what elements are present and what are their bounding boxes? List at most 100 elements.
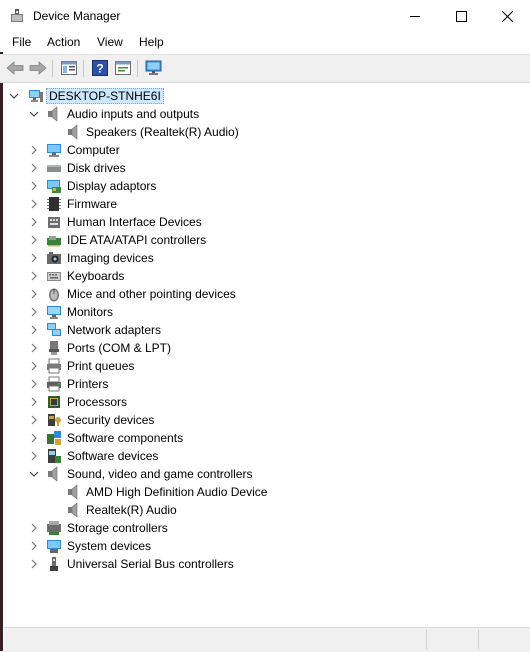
chevron-down-icon[interactable]	[28, 108, 40, 120]
show-hide-console-tree-button[interactable]	[59, 59, 79, 77]
tree-device-item[interactable]: Realtek(R) Audio	[4, 501, 524, 519]
chevron-down-icon[interactable]	[8, 90, 20, 102]
tree-category-item[interactable]: Keyboards	[4, 267, 524, 285]
title-bar[interactable]: Device Manager	[0, 0, 530, 32]
tree-category-label: Print queues	[67, 359, 135, 373]
svg-text:?: ?	[96, 62, 103, 76]
speaker-icon	[48, 106, 58, 122]
chevron-right-icon[interactable]	[28, 162, 40, 174]
menu-view[interactable]: View	[97, 35, 123, 49]
back-button[interactable]	[5, 59, 25, 77]
tree-category-item[interactable]: Human Interface Devices	[4, 213, 524, 231]
chevron-right-icon[interactable]	[28, 360, 40, 372]
chevron-right-icon[interactable]	[28, 414, 40, 426]
tree-category-item[interactable]: Monitors	[4, 303, 524, 321]
minimize-button[interactable]	[392, 0, 438, 32]
menu-help[interactable]: Help	[139, 35, 164, 49]
tree-category-label: Storage controllers	[67, 521, 168, 535]
toolbar-separator	[52, 60, 53, 77]
tree-category-item[interactable]: Processors	[4, 393, 524, 411]
menu-action[interactable]: Action	[47, 35, 80, 49]
forward-button[interactable]	[28, 59, 48, 77]
tree-category-item[interactable]: Ports (COM & LPT)	[4, 339, 524, 357]
tree-category-label: Printers	[67, 377, 109, 391]
chevron-right-icon[interactable]	[28, 144, 40, 156]
tree-category-item[interactable]: Security devices	[4, 411, 524, 429]
close-button[interactable]	[484, 0, 530, 32]
tree-device-item[interactable]: Speakers (Realtek(R) Audio)	[4, 123, 524, 141]
tree-category-item[interactable]: Display adaptors	[4, 177, 524, 195]
tree-category-label: Processors	[67, 395, 128, 409]
chevron-right-icon[interactable]	[28, 252, 40, 264]
chevron-right-icon[interactable]	[28, 558, 40, 570]
tree-category-item[interactable]: Network adapters	[4, 321, 524, 339]
tree-category-item[interactable]: Disk drives	[4, 159, 524, 177]
chevron-right-icon[interactable]	[28, 234, 40, 246]
device-tree[interactable]: DESKTOP-STNHE6I Audio inputs and outputs S…	[4, 84, 530, 628]
tree-category-item[interactable]: Storage controllers	[4, 519, 524, 537]
chevron-down-icon[interactable]	[28, 468, 40, 480]
tree-category-label: Disk drives	[67, 161, 126, 175]
chevron-right-icon[interactable]	[28, 450, 40, 462]
desktop-computer-icon	[29, 90, 43, 102]
scan-monitor-icon	[145, 60, 162, 75]
back-arrow-icon	[6, 61, 24, 75]
keyboard-icon	[47, 272, 61, 281]
tree-category-label: Imaging devices	[67, 251, 154, 265]
mouse-icon	[49, 288, 59, 302]
tree-category-item[interactable]: Mice and other pointing devices	[4, 285, 524, 303]
tree-category-item[interactable]: System devices	[4, 537, 524, 555]
chevron-right-icon[interactable]	[28, 522, 40, 534]
close-icon	[501, 10, 513, 22]
tree-category-item[interactable]: Print queues	[4, 357, 524, 375]
tree-category-label: Computer	[67, 143, 120, 157]
speaker-icon	[68, 124, 78, 140]
tree-root-label: DESKTOP-STNHE6I	[46, 88, 164, 104]
display-adapter-icon	[47, 180, 61, 193]
firmware-icon	[47, 197, 61, 211]
chevron-right-icon[interactable]	[28, 180, 40, 192]
tree-category-item[interactable]: Software components	[4, 429, 524, 447]
chevron-right-icon[interactable]	[28, 396, 40, 408]
tree-category-item[interactable]: Printers	[4, 375, 524, 393]
scan-hardware-changes-button[interactable]	[144, 59, 164, 77]
tree-device-label: Realtek(R) Audio	[86, 503, 177, 517]
device-manager-icon	[11, 9, 23, 22]
chevron-right-icon[interactable]	[28, 540, 40, 552]
chevron-right-icon[interactable]	[28, 288, 40, 300]
chevron-right-icon[interactable]	[28, 342, 40, 354]
minimize-icon	[410, 16, 420, 17]
chevron-right-icon[interactable]	[28, 270, 40, 282]
software-component-icon	[47, 431, 61, 445]
properties-icon	[115, 61, 131, 75]
speaker-icon	[68, 502, 78, 518]
maximize-button[interactable]	[438, 0, 484, 32]
chevron-right-icon[interactable]	[28, 378, 40, 390]
chevron-right-icon[interactable]	[28, 432, 40, 444]
tree-category-item[interactable]: Audio inputs and outputs	[4, 105, 524, 123]
toolbar-separator	[83, 60, 84, 77]
status-cell-secondary	[428, 630, 479, 650]
chevron-right-icon[interactable]	[28, 324, 40, 336]
tree-category-label: Universal Serial Bus controllers	[67, 557, 234, 571]
tree-category-item[interactable]: Firmware	[4, 195, 524, 213]
tree-root-item[interactable]: DESKTOP-STNHE6I	[4, 87, 524, 105]
tree-device-item[interactable]: AMD High Definition Audio Device	[4, 483, 524, 501]
tree-category-label: Network adapters	[67, 323, 162, 337]
desktop-edge	[0, 40, 3, 651]
tree-category-item[interactable]: IDE ATA/ATAPI controllers	[4, 231, 524, 249]
port-icon	[49, 341, 59, 355]
tree-device-label: AMD High Definition Audio Device	[86, 485, 268, 499]
properties-button[interactable]	[113, 59, 133, 77]
tree-category-item[interactable]: Software devices	[4, 447, 524, 465]
chevron-right-icon[interactable]	[28, 306, 40, 318]
tree-category-item[interactable]: Imaging devices	[4, 249, 524, 267]
tree-category-item[interactable]: Computer	[4, 141, 524, 159]
tree-category-label: System devices	[67, 539, 152, 553]
chevron-right-icon[interactable]	[28, 216, 40, 228]
chevron-right-icon[interactable]	[28, 198, 40, 210]
help-button[interactable]: ?	[90, 59, 110, 77]
tree-category-item[interactable]: Sound, video and game controllers	[4, 465, 524, 483]
tree-category-item[interactable]: Universal Serial Bus controllers	[4, 555, 524, 573]
menu-file[interactable]: File	[12, 35, 31, 49]
